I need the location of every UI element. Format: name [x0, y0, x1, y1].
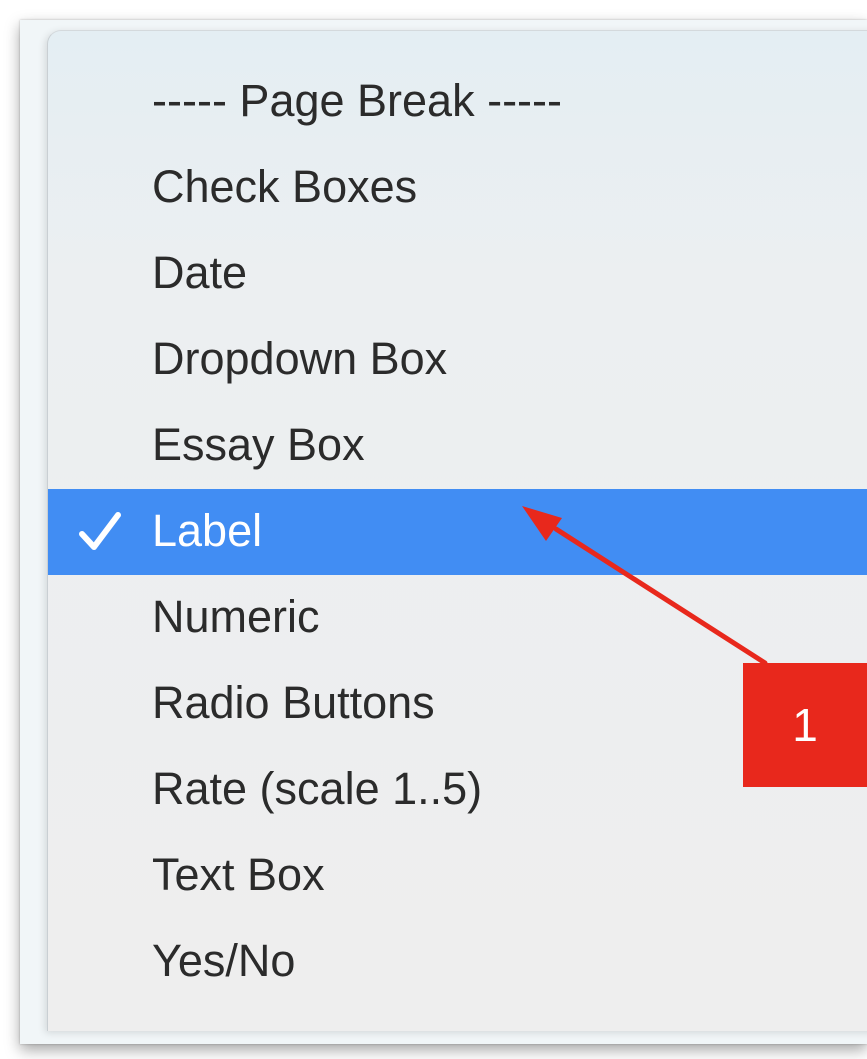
- menu-item-page-break[interactable]: ----- Page Break -----: [48, 59, 867, 145]
- menu-item-label: ----- Page Break -----: [152, 74, 563, 126]
- menu-item-label: Numeric: [152, 590, 320, 642]
- menu-item-label: Label: [152, 504, 263, 556]
- menu-item-label: Yes/No: [152, 934, 296, 986]
- annotation-number: 1: [792, 699, 818, 751]
- screenshot-frame: ----- Page Break ----- Check Boxes Date …: [0, 0, 867, 1059]
- menu-item-essay-box[interactable]: Essay Box: [48, 403, 867, 489]
- menu-item-yes-no[interactable]: Yes/No: [48, 919, 867, 1005]
- menu-item-label: Radio Buttons: [152, 676, 435, 728]
- field-type-menu: ----- Page Break ----- Check Boxes Date …: [47, 30, 867, 1031]
- menu-item-date[interactable]: Date: [48, 231, 867, 317]
- menu-item-label: Date: [152, 246, 248, 298]
- menu-item-label-selected[interactable]: Label: [48, 489, 867, 575]
- annotation-callout-box: 1: [743, 663, 867, 787]
- menu-item-label: Essay Box: [152, 418, 365, 470]
- menu-item-text-box[interactable]: Text Box: [48, 833, 867, 919]
- menu-item-label: Dropdown Box: [152, 332, 448, 384]
- menu-item-label: Check Boxes: [152, 160, 418, 212]
- screenshot: ----- Page Break ----- Check Boxes Date …: [20, 20, 867, 1044]
- checkmark-icon: [79, 512, 121, 550]
- menu-item-label: Rate (scale 1..5): [152, 762, 483, 814]
- menu-item-dropdown-box[interactable]: Dropdown Box: [48, 317, 867, 403]
- menu-item-label: Text Box: [152, 848, 325, 900]
- menu-item-numeric[interactable]: Numeric: [48, 575, 867, 661]
- menu-item-check-boxes[interactable]: Check Boxes: [48, 145, 867, 231]
